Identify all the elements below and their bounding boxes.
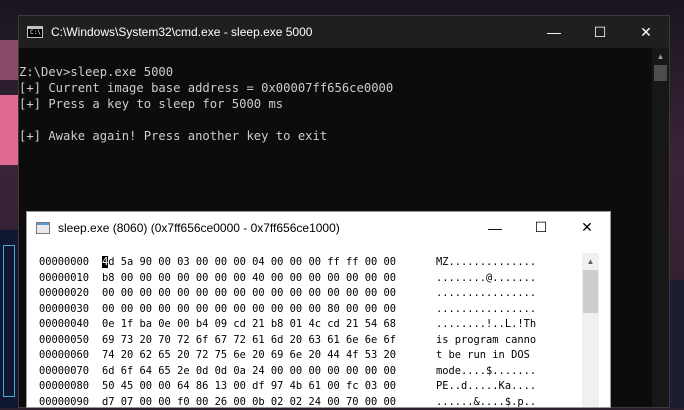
wallpaper-accent bbox=[3, 245, 15, 397]
hex-offset: 00000080 bbox=[39, 379, 102, 395]
cmd-icon-text: C:\ bbox=[30, 29, 41, 37]
hex-offset: 00000040 bbox=[39, 317, 102, 333]
wallpaper-accent bbox=[0, 95, 18, 165]
console-line: Z:\Dev>sleep.exe 5000 bbox=[19, 64, 652, 80]
hex-scrollbar[interactable]: ▲ bbox=[582, 253, 599, 407]
hex-row[interactable]: 00000060 74 20 62 65 20 72 75 6e 20 69 6… bbox=[39, 348, 551, 364]
hex-ascii[interactable]: ........!..L.!Th bbox=[436, 317, 551, 333]
cmd-close-button[interactable]: ✕ bbox=[623, 16, 669, 48]
hex-maximize-button[interactable]: ☐ bbox=[518, 212, 564, 243]
hex-row[interactable]: 00000030 00 00 00 00 00 00 00 00 00 00 0… bbox=[39, 302, 551, 318]
hex-offset: 00000060 bbox=[39, 348, 102, 364]
cmd-scrollbar[interactable]: ▲ bbox=[652, 48, 669, 407]
hex-row[interactable]: 00000010 b8 00 00 00 00 00 00 00 40 00 0… bbox=[39, 271, 551, 287]
hex-viewer-titlebar[interactable]: sleep.exe (8060) (0x7ff656ce0000 - 0x7ff… bbox=[27, 212, 610, 243]
hex-row[interactable]: 00000000 4d 5a 90 00 03 00 00 00 04 00 0… bbox=[39, 255, 551, 271]
hex-ascii[interactable]: ................ bbox=[436, 302, 551, 318]
scrollbar-thumb[interactable] bbox=[583, 270, 598, 313]
scroll-up-arrow-icon[interactable]: ▲ bbox=[652, 48, 669, 65]
wallpaper-accent bbox=[0, 40, 18, 80]
hex-offset: 00000030 bbox=[39, 302, 102, 318]
hex-bytes[interactable]: 4d 5a 90 00 03 00 00 00 04 00 00 00 ff f… bbox=[102, 255, 436, 271]
hex-bytes[interactable]: 50 45 00 00 64 86 13 00 df 97 4b 61 00 f… bbox=[102, 379, 436, 395]
cmd-window-title: C:\Windows\System32\cmd.exe - sleep.exe … bbox=[51, 25, 312, 39]
hex-bytes[interactable]: 00 00 00 00 00 00 00 00 00 00 00 00 80 0… bbox=[102, 302, 436, 318]
hex-ascii[interactable]: mode....$....... bbox=[436, 364, 551, 380]
hex-bytes[interactable]: 74 20 62 65 20 72 75 6e 20 69 6e 20 44 4… bbox=[102, 348, 436, 364]
console-line bbox=[19, 112, 652, 128]
hex-close-button[interactable]: ✕ bbox=[564, 212, 610, 243]
hex-ascii[interactable]: is program canno bbox=[436, 333, 551, 349]
window-icon bbox=[36, 222, 50, 234]
hex-ascii[interactable]: ................ bbox=[436, 286, 551, 302]
hex-bytes[interactable]: b8 00 00 00 00 00 00 00 40 00 00 00 00 0… bbox=[102, 271, 436, 287]
hex-offset: 00000020 bbox=[39, 286, 102, 302]
hex-offset: 00000050 bbox=[39, 333, 102, 349]
hex-ascii[interactable]: PE..d.....Ka.... bbox=[436, 379, 551, 395]
hex-offset: 00000070 bbox=[39, 364, 102, 380]
cmd-maximize-button[interactable]: ☐ bbox=[577, 16, 623, 48]
hex-ascii[interactable]: MZ.............. bbox=[436, 255, 551, 271]
hex-dump-table[interactable]: 00000000 4d 5a 90 00 03 00 00 00 04 00 0… bbox=[39, 255, 551, 410]
hex-row[interactable]: 00000020 00 00 00 00 00 00 00 00 00 00 0… bbox=[39, 286, 551, 302]
cmd-minimize-button[interactable]: — bbox=[531, 16, 577, 48]
hex-ascii[interactable]: ........@....... bbox=[436, 271, 551, 287]
hex-row[interactable]: 00000070 6d 6f 64 65 2e 0d 0d 0a 24 00 0… bbox=[39, 364, 551, 380]
hex-minimize-button[interactable]: — bbox=[472, 212, 518, 243]
cmd-app-icon[interactable]: C:\ bbox=[27, 26, 43, 38]
cmd-titlebar[interactable]: C:\ C:\Windows\System32\cmd.exe - sleep.… bbox=[19, 16, 669, 48]
hex-bytes[interactable]: 69 73 20 70 72 6f 67 72 61 6d 20 63 61 6… bbox=[102, 333, 436, 349]
hex-offset: 00000000 bbox=[39, 255, 102, 271]
hex-offset: 00000010 bbox=[39, 271, 102, 287]
console-line: [+] Awake again! Press another key to ex… bbox=[19, 128, 652, 144]
scrollbar-thumb[interactable] bbox=[654, 65, 667, 81]
hex-bytes[interactable]: 6d 6f 64 65 2e 0d 0d 0a 24 00 00 00 00 0… bbox=[102, 364, 436, 380]
hex-dump-area[interactable]: 00000000 4d 5a 90 00 03 00 00 00 04 00 0… bbox=[28, 243, 609, 407]
hex-bytes[interactable]: 00 00 00 00 00 00 00 00 00 00 00 00 00 0… bbox=[102, 286, 436, 302]
wallpaper-accent bbox=[670, 280, 684, 408]
hex-viewer-window[interactable]: sleep.exe (8060) (0x7ff656ce0000 - 0x7ff… bbox=[26, 211, 611, 408]
hex-ascii[interactable]: t be run in DOS bbox=[436, 348, 551, 364]
console-line: [+] Press a key to sleep for 5000 ms bbox=[19, 96, 652, 112]
console-line: [+] Current image base address = 0x00007… bbox=[19, 80, 652, 96]
hex-bytes-rest: d 5a 90 00 03 00 00 00 04 00 00 00 ff ff… bbox=[108, 256, 396, 268]
hex-row[interactable]: 00000050 69 73 20 70 72 6f 67 72 61 6d 2… bbox=[39, 333, 551, 349]
hex-row[interactable]: 00000080 50 45 00 00 64 86 13 00 df 97 4… bbox=[39, 379, 551, 395]
hex-bytes[interactable]: 0e 1f ba 0e 00 b4 09 cd 21 b8 01 4c cd 2… bbox=[102, 317, 436, 333]
scroll-up-arrow-icon[interactable]: ▲ bbox=[582, 253, 599, 270]
hex-row[interactable]: 00000040 0e 1f ba 0e 00 b4 09 cd 21 b8 0… bbox=[39, 317, 551, 333]
hex-viewer-title: sleep.exe (8060) (0x7ff656ce0000 - 0x7ff… bbox=[58, 221, 340, 235]
